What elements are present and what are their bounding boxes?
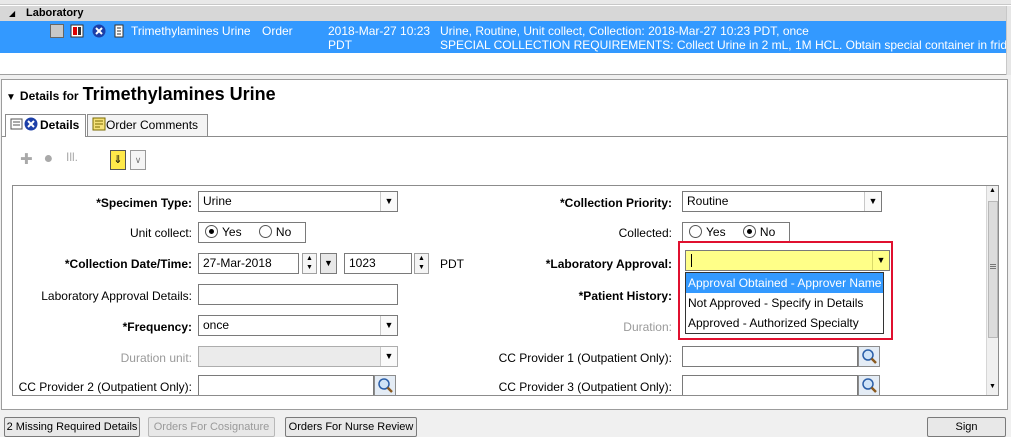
- duration-unit-select: ▼: [198, 346, 398, 367]
- details-pane: ▼ Details for Trimethylamines Urine Detail…: [1, 79, 1008, 410]
- details-form: *Specimen Type: Unit collect: *Collectio…: [12, 185, 999, 396]
- tab-divider: [2, 136, 1007, 137]
- orders-for-nurse-review-button[interactable]: Orders For Nurse Review: [285, 417, 417, 437]
- checkbox-icon[interactable]: [50, 24, 64, 38]
- order-list-scrollbar[interactable]: [1006, 6, 1011, 75]
- collected-yes-label: Yes: [706, 225, 726, 239]
- add-icon[interactable]: ✚: [20, 150, 33, 168]
- chevron-down-icon: ▼: [380, 347, 397, 366]
- calendar-dropdown-button[interactable]: ▼: [320, 253, 337, 274]
- magnifier-icon: [378, 378, 393, 393]
- collected-label: Collected:: [618, 226, 672, 240]
- frequency-select[interactable]: once ▼: [198, 315, 398, 336]
- collapse-triangle-icon[interactable]: ▼: [6, 92, 16, 103]
- scroll-thumb[interactable]: [988, 201, 998, 338]
- collected-no-label: No: [759, 225, 776, 239]
- comments-tab-icon: [92, 117, 106, 132]
- collected-radio-group: Yes No: [682, 222, 790, 243]
- collection-timezone: PDT: [440, 257, 464, 271]
- collection-datetime-label: *Collection Date/Time:: [64, 257, 192, 271]
- laboratory-approval-label: *Laboratory Approval:: [545, 257, 672, 271]
- magnifier-icon: [862, 349, 877, 364]
- lab-order-icon: [70, 24, 84, 38]
- cc-provider-1-search-button[interactable]: [858, 346, 880, 367]
- annotation-highlight-box: [678, 241, 893, 340]
- document-icon: [112, 24, 126, 38]
- cc-provider-2-search-button[interactable]: [374, 375, 396, 395]
- unit-collect-radio-group: Yes No: [198, 222, 306, 243]
- order-type: Order: [262, 24, 293, 38]
- frequency-value: once: [203, 318, 230, 332]
- details-title-prefix: Details for: [19, 89, 79, 103]
- order-details-line2: SPECIAL COLLECTION REQUIREMENTS: Collect…: [440, 38, 1011, 52]
- order-list-pane: ◢ Laboratory Trimethylamines Urine Order…: [0, 0, 1011, 75]
- chevron-down-icon[interactable]: ▼: [864, 192, 881, 211]
- duration-label: Duration:: [623, 320, 672, 334]
- collection-date-input[interactable]: 27-Mar-2018: [198, 253, 299, 274]
- cc-provider-1-label: CC Provider 1 (Outpatient Only):: [498, 351, 672, 365]
- order-timezone: PDT: [328, 38, 352, 52]
- tab-details-label: Details: [40, 118, 80, 132]
- group-header-label: Laboratory: [26, 7, 84, 19]
- collection-priority-value: Routine: [687, 194, 729, 208]
- cc-provider-3-input[interactable]: [682, 375, 858, 395]
- specimen-type-value: Urine: [203, 194, 232, 208]
- details-title: ▼ Details for Trimethylamines Urine: [6, 84, 276, 105]
- lab-approval-details-input[interactable]: [198, 284, 398, 305]
- date-spinner[interactable]: ▲ ▼: [302, 253, 317, 274]
- stamp-icon[interactable]: ⚫: [42, 150, 55, 168]
- collapse-all-button[interactable]: ∨: [130, 150, 146, 170]
- orders-for-cosignature-button: Orders For Cosignature: [148, 417, 275, 437]
- unit-collect-yes-label: Yes: [222, 225, 242, 239]
- collected-no-radio[interactable]: No: [737, 225, 775, 239]
- sign-button[interactable]: Sign: [927, 417, 1006, 437]
- unit-collect-no-radio[interactable]: No: [253, 225, 291, 239]
- order-details-line1: Urine, Routine, Unit collect, Collection…: [440, 24, 809, 38]
- cc-provider-2-label: CC Provider 2 (Outpatient Only):: [18, 380, 192, 394]
- time-spinner[interactable]: ▲ ▼: [414, 253, 429, 274]
- tab-details[interactable]: Details: [5, 114, 86, 137]
- cc-provider-1-input[interactable]: [682, 346, 858, 367]
- missing-required-details-button[interactable]: 2 Missing Required Details: [4, 417, 140, 437]
- collection-priority-label: *Collection Priority:: [559, 196, 672, 210]
- tab-order-comments[interactable]: Order Comments: [87, 114, 208, 136]
- unit-collect-label: Unit collect:: [129, 226, 192, 240]
- order-datetime: 2018-Mar-27 10:23: [328, 24, 431, 38]
- collected-yes-radio[interactable]: Yes: [683, 225, 726, 239]
- specimen-type-label: *Specimen Type:: [96, 196, 192, 210]
- patient-history-label: *Patient History:: [578, 289, 672, 303]
- unit-collect-yes-radio[interactable]: Yes: [199, 225, 242, 239]
- scroll-down-icon[interactable]: ▼: [989, 383, 996, 390]
- chevron-down-icon[interactable]: ▼: [380, 316, 397, 335]
- chevron-down-icon[interactable]: ▼: [380, 192, 397, 211]
- details-title-name: Trimethylamines Urine: [82, 84, 276, 104]
- magnifier-icon: [862, 378, 877, 393]
- order-name: Trimethylamines Urine: [131, 24, 251, 38]
- cc-provider-3-search-button[interactable]: [858, 375, 880, 395]
- cc-provider-2-input[interactable]: [198, 375, 374, 395]
- chart-icon[interactable]: Ill.: [66, 150, 78, 164]
- cc-provider-3-label: CC Provider 3 (Outpatient Only):: [498, 380, 672, 394]
- collapse-triangle-icon[interactable]: ◢: [9, 6, 15, 21]
- order-row[interactable]: Trimethylamines Urine Order 2018-Mar-27 …: [0, 21, 1011, 53]
- group-header-laboratory[interactable]: ◢ Laboratory: [0, 6, 1006, 21]
- collection-priority-select[interactable]: Routine ▼: [682, 191, 882, 212]
- collection-time-input[interactable]: 1023: [344, 253, 412, 274]
- unit-collect-no-label: No: [275, 225, 292, 239]
- specimen-type-select[interactable]: Urine ▼: [198, 191, 398, 212]
- arrow-down-button[interactable]: ⇓: [110, 150, 126, 170]
- frequency-label: *Frequency:: [122, 320, 192, 334]
- scroll-up-icon[interactable]: ▲: [989, 187, 996, 194]
- unsigned-x-icon: [92, 24, 106, 38]
- list-top-edge: [0, 0, 1011, 5]
- form-scrollbar[interactable]: ▲ ▼: [986, 186, 998, 395]
- tab-order-comments-label: Order Comments: [106, 118, 199, 132]
- details-tab-icon: [10, 117, 40, 132]
- lab-approval-details-label: Laboratory Approval Details:: [41, 289, 192, 303]
- duration-unit-label: Duration unit:: [120, 351, 192, 365]
